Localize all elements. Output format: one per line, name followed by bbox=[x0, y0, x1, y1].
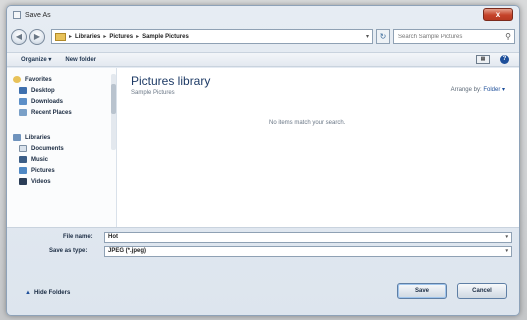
search-input[interactable] bbox=[398, 33, 498, 40]
chevron-up-icon: ▲ bbox=[25, 290, 31, 296]
change-view-icon[interactable]: ▦ bbox=[476, 55, 490, 64]
search-icon[interactable]: ⚲ bbox=[505, 32, 511, 41]
save-type-select[interactable]: JPEG (*.jpeg) ▾ bbox=[104, 246, 512, 257]
empty-message: No items match your search. bbox=[269, 120, 346, 126]
back-button[interactable]: ◀ bbox=[11, 29, 27, 45]
library-title: Pictures library bbox=[131, 74, 211, 88]
pictures-icon bbox=[19, 167, 27, 174]
sidebar-item-label: Music bbox=[31, 156, 49, 163]
file-name-label: File name: bbox=[63, 234, 93, 240]
arrange-by[interactable]: Arrange by: Folder ▾ bbox=[451, 86, 505, 93]
sidebar-item-documents[interactable]: Documents bbox=[7, 143, 116, 154]
sidebar-item-label: Desktop bbox=[31, 87, 55, 94]
arrange-by-label: Arrange by: bbox=[450, 87, 482, 93]
save-type-value: JPEG (*.jpeg) bbox=[108, 248, 147, 254]
breadcrumb-separator-icon: ▸ bbox=[103, 34, 107, 40]
new-folder-button[interactable]: New folder bbox=[65, 57, 96, 63]
sidebar-item-videos[interactable]: Videos bbox=[7, 176, 116, 187]
sidebar-item-music[interactable]: Music bbox=[7, 154, 116, 165]
save-as-dialog: Save As x ◀ ▶ ▸ Libraries ▸ Pictures ▸ S… bbox=[6, 5, 520, 316]
downloads-icon bbox=[19, 98, 27, 105]
organize-button[interactable]: Organize ▾ bbox=[21, 56, 51, 63]
breadcrumb-libraries[interactable]: Libraries bbox=[75, 34, 100, 40]
sidebar-item-label: Pictures bbox=[31, 167, 55, 174]
breadcrumb-pictures[interactable]: Pictures bbox=[109, 34, 133, 40]
hide-folders-label: Hide Folders bbox=[33, 290, 71, 296]
sidebar-item-downloads[interactable]: Downloads bbox=[7, 96, 116, 107]
hide-folders-toggle[interactable]: ▲ Hide Folders bbox=[25, 290, 70, 296]
cancel-button[interactable]: Cancel bbox=[457, 283, 507, 299]
chevron-down-icon[interactable]: ▾ bbox=[505, 247, 508, 256]
toolbar-right: ▦ ? bbox=[476, 55, 509, 64]
sidebar-item-desktop[interactable]: Desktop bbox=[7, 85, 116, 96]
forward-button[interactable]: ▶ bbox=[29, 29, 45, 45]
photo-background: Save As x ◀ ▶ ▸ Libraries ▸ Pictures ▸ S… bbox=[0, 0, 527, 320]
sidebar-item-label: Favorites bbox=[25, 76, 52, 83]
file-name-value: Hot bbox=[108, 234, 118, 240]
desktop-icon bbox=[19, 87, 27, 94]
recent-places-icon bbox=[19, 109, 27, 116]
address-bar[interactable]: ▸ Libraries ▸ Pictures ▸ Sample Pictures… bbox=[51, 29, 373, 44]
save-fields: File name: Hot ▾ Save as type: JPEG (*.j… bbox=[7, 228, 519, 268]
music-icon bbox=[19, 156, 27, 163]
sidebar-item-recent-places[interactable]: Recent Places bbox=[7, 107, 116, 118]
folder-icon bbox=[55, 32, 66, 41]
chevron-down-icon[interactable]: ▾ bbox=[366, 33, 369, 40]
sidebar-scrollbar[interactable] bbox=[111, 74, 116, 150]
library-subtitle: Sample Pictures bbox=[131, 90, 175, 96]
save-type-label: Save as type: bbox=[49, 248, 88, 254]
breadcrumb-sample-pictures[interactable]: Sample Pictures bbox=[142, 34, 189, 40]
refresh-icon[interactable]: ↻ bbox=[376, 29, 390, 44]
dialog-footer: ▲ Hide Folders Save Cancel bbox=[7, 268, 519, 315]
file-list-pane[interactable]: Pictures library Sample Pictures Arrange… bbox=[121, 68, 515, 227]
libraries-icon bbox=[13, 134, 21, 141]
arrange-by-value[interactable]: Folder ▾ bbox=[483, 87, 505, 93]
dialog-icon bbox=[13, 11, 21, 19]
dialog-title: Save As bbox=[25, 11, 51, 19]
save-button[interactable]: Save bbox=[397, 283, 447, 299]
navigation-pane: Favorites Desktop Downloads Recent Place… bbox=[7, 68, 117, 227]
breadcrumb-separator-icon: ▸ bbox=[69, 34, 73, 40]
star-icon bbox=[13, 76, 21, 83]
videos-icon bbox=[19, 178, 27, 185]
main-pane: Favorites Desktop Downloads Recent Place… bbox=[7, 68, 519, 228]
command-bar: Organize ▾ New folder ▦ ? bbox=[7, 52, 519, 67]
file-name-field[interactable]: Hot ▾ bbox=[104, 232, 512, 243]
close-button[interactable]: x bbox=[483, 8, 513, 21]
address-row: ◀ ▶ ▸ Libraries ▸ Pictures ▸ Sample Pict… bbox=[7, 26, 519, 48]
sidebar-item-libraries[interactable]: Libraries bbox=[7, 132, 116, 143]
documents-icon bbox=[19, 145, 27, 152]
sidebar-item-favorites[interactable]: Favorites bbox=[7, 74, 116, 85]
sidebar-item-label: Documents bbox=[31, 145, 64, 152]
sidebar-item-label: Videos bbox=[31, 178, 51, 185]
sidebar-item-label: Libraries bbox=[25, 134, 51, 141]
scrollbar-thumb[interactable] bbox=[111, 84, 116, 114]
title-bar: Save As x bbox=[7, 6, 519, 24]
sidebar-item-label: Downloads bbox=[31, 98, 64, 105]
help-icon[interactable]: ? bbox=[500, 55, 509, 64]
search-box[interactable]: ⚲ bbox=[393, 29, 515, 44]
breadcrumb-separator-icon: ▸ bbox=[136, 34, 140, 40]
chevron-down-icon[interactable]: ▾ bbox=[505, 233, 508, 242]
sidebar-item-pictures[interactable]: Pictures bbox=[7, 165, 116, 176]
sidebar-item-label: Recent Places bbox=[31, 109, 72, 116]
